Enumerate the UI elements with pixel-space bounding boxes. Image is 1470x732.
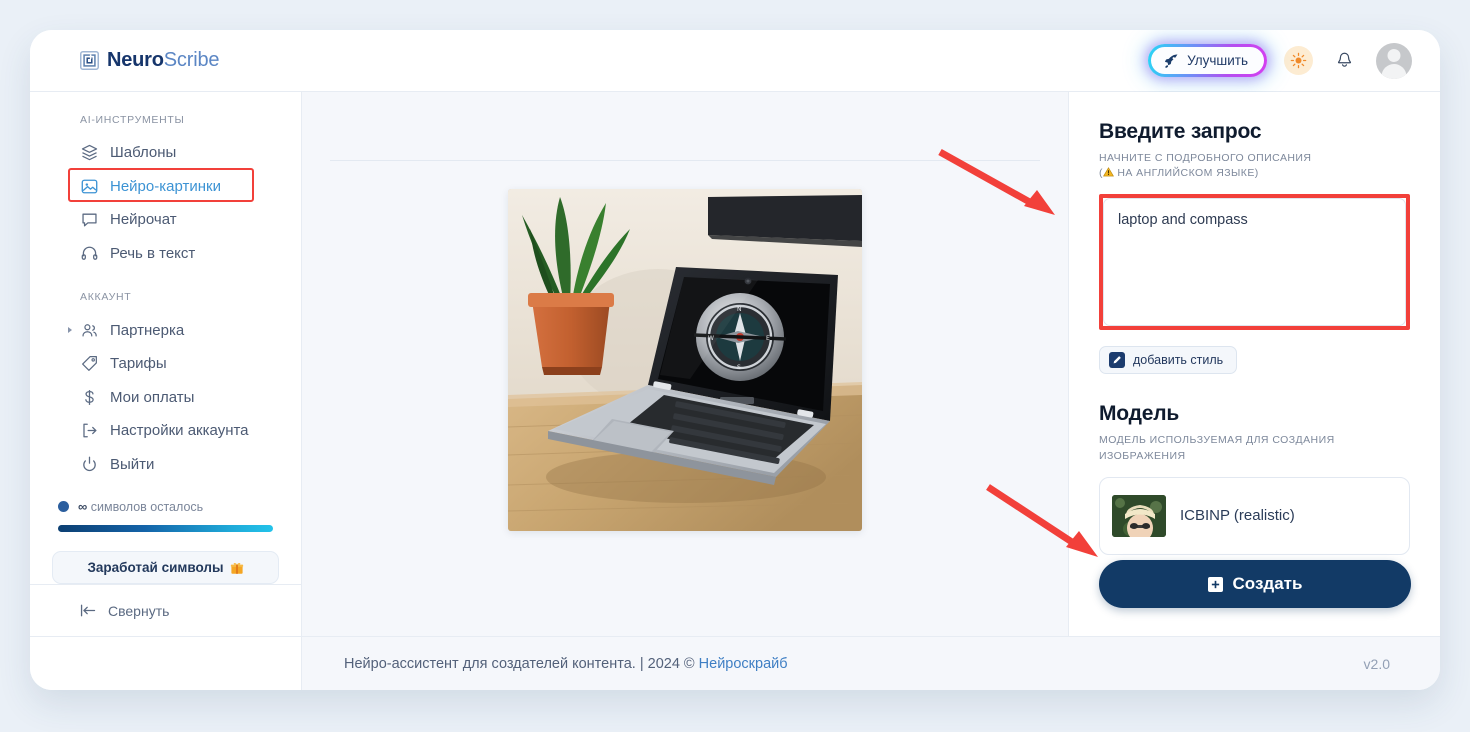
warning-triangle-icon <box>1102 167 1114 177</box>
collapse-sidebar-label: Свернуть <box>108 602 170 619</box>
rocket-icon <box>1165 54 1178 68</box>
model-section-title: Модель <box>1099 402 1180 426</box>
sidebar-item-neuro-chat[interactable]: Нейрочат <box>30 203 301 237</box>
headphones-icon <box>81 246 98 260</box>
result-area: NS WE <box>302 161 1068 636</box>
model-section-subtitle: МОДЕЛЬ ИСПОЛЬЗУЕМАЯ ДЛЯ СОЗДАНИЯ ИЗОБРАЖ… <box>1099 434 1335 462</box>
quota-label: символов осталось <box>90 500 204 515</box>
spiral-square-logo-icon <box>80 51 99 70</box>
sidebar-item-label: Тарифы <box>110 355 167 373</box>
brand-logo[interactable]: NeuroScribe <box>80 49 219 72</box>
quota-symbol: ∞ <box>78 499 88 515</box>
brand-text: NeuroScribe <box>107 49 219 72</box>
sidebar-item-label: Шаблоны <box>110 144 177 162</box>
quota-status-dot <box>58 501 69 513</box>
generated-image[interactable]: NS WE <box>508 189 862 531</box>
prompt-subtitle-line2: НА АНГЛИЙСКОМ ЯЗЫКЕ) <box>1113 167 1259 180</box>
create-button[interactable]: Создать <box>1099 560 1411 608</box>
brand-strong: Neuro <box>107 49 164 71</box>
quota-line: ∞ символов осталось <box>58 499 273 514</box>
sidebar-item-partners[interactable]: Партнерка <box>30 313 301 347</box>
sidebar-item-label: Нейрочат <box>110 211 177 229</box>
main-canvas: NS WE <box>302 92 1068 636</box>
upgrade-button-glow: Улучшить <box>1148 44 1267 77</box>
footer-separator: | <box>639 655 644 672</box>
sidebar-item-label: Выйти <box>110 456 155 474</box>
prompt-subtitle-line1: НАЧНИТЕ С ПОДРОБНОГО ОПИСАНИЯ <box>1099 152 1312 164</box>
model-thumbnail <box>1112 494 1166 537</box>
create-button-label: Создать <box>1232 574 1303 593</box>
prompt-panel-subtitle: НАЧНИТЕ С ПОДРОБНОГО ОПИСАНИЯ ( НА АНГЛИ… <box>1099 151 1410 181</box>
power-icon <box>83 456 96 472</box>
avatar[interactable] <box>1376 42 1412 79</box>
footer-sidebar-spacer <box>30 637 302 690</box>
bell-icon <box>1337 52 1352 67</box>
sidebar-item-neuro-images[interactable]: Нейро-картинки <box>30 167 301 204</box>
add-style-label: добавить стиль <box>1133 353 1224 368</box>
chevron-right-icon <box>68 327 72 334</box>
notifications-button[interactable] <box>1330 46 1359 75</box>
collapse-left-icon <box>80 604 96 617</box>
model-thumbnail-render <box>1112 494 1166 537</box>
sun-icon <box>1290 52 1307 69</box>
sidebar-item-pricing[interactable]: Тарифы <box>30 347 301 381</box>
collapse-sidebar-button[interactable]: Свернуть <box>30 584 301 636</box>
quota-text: ∞ символов осталось <box>78 499 203 514</box>
prompt-textarea[interactable] <box>1103 198 1406 327</box>
footer-tagline: Нейро-ассистент для создателей контента. <box>344 655 636 672</box>
image-icon <box>81 179 98 194</box>
sidebar: AI-ИНСТРУМЕНТЫ Шаблоны Нейро-картинки Не… <box>30 92 302 636</box>
sidebar-item-label: Партнерка <box>110 321 185 339</box>
earn-symbols-button[interactable]: Заработай символы <box>52 551 279 585</box>
sidebar-item-label: Настройки аккаунта <box>110 422 249 440</box>
prompt-highlight-box <box>1099 194 1410 331</box>
model-name: ICBINP (realistic) <box>1180 507 1295 525</box>
generated-image-render: NS WE <box>508 189 862 531</box>
dollar-icon <box>85 389 94 405</box>
plus-square-icon <box>1207 576 1223 592</box>
sidebar-item-label: Мои оплаты <box>110 388 195 406</box>
quota-progress-bar <box>58 525 273 533</box>
footer: Нейро-ассистент для создателей контента.… <box>30 636 1440 690</box>
top-bar-actions: Улучшить <box>1148 42 1412 79</box>
app-window: NeuroScribe Улучшить AI-ИНСТРУМЕНТЫ Шабл… <box>30 30 1440 690</box>
sidebar-item-logout[interactable]: Выйти <box>30 448 301 482</box>
footer-text: Нейро-ассистент для создателей контента.… <box>302 656 788 672</box>
app-body: AI-ИНСТРУМЕНТЫ Шаблоны Нейро-картинки Не… <box>30 92 1440 636</box>
prompt-panel: Введите запрос НАЧНИТЕ С ПОДРОБНОГО ОПИС… <box>1068 92 1440 636</box>
brand-soft: Scribe <box>163 49 220 71</box>
svg-text:E: E <box>766 335 770 342</box>
sidebar-item-my-payments[interactable]: Мои оплаты <box>30 381 301 415</box>
users-icon <box>82 323 97 337</box>
sidebar-item-account-settings[interactable]: Настройки аккаунта <box>30 414 301 448</box>
sidebar-item-templates[interactable]: Шаблоны <box>30 136 301 170</box>
footer-copyright: 2024 © <box>647 655 695 672</box>
gift-icon <box>230 562 243 574</box>
add-style-button[interactable]: добавить стиль <box>1099 346 1238 375</box>
footer-brand-link[interactable]: Нейроскрайб <box>699 656 788 672</box>
sidebar-section-tools-caption: AI-ИНСТРУМЕНТЫ <box>80 114 185 126</box>
pencil-square-icon <box>1109 352 1125 369</box>
sidebar-item-label: Нейро-картинки <box>110 177 221 195</box>
model-card[interactable]: ICBINP (realistic) <box>1099 476 1410 555</box>
sidebar-item-label: Речь в текст <box>110 245 196 263</box>
model-section: Модель МОДЕЛЬ ИСПОЛЬЗУЕМАЯ ДЛЯ СОЗДАНИЯ … <box>1099 402 1410 555</box>
chat-bubble-icon <box>82 213 97 227</box>
logout-bracket-icon <box>83 424 97 438</box>
theme-toggle-button[interactable] <box>1284 46 1313 75</box>
layers-icon <box>81 145 98 161</box>
sidebar-item-speech-to-text[interactable]: Речь в текст <box>30 237 301 271</box>
earn-symbols-label: Заработай символы <box>87 560 224 576</box>
top-bar: NeuroScribe Улучшить <box>30 30 1440 92</box>
sidebar-section-account-caption: АККАУНТ <box>80 291 132 304</box>
tag-icon <box>82 356 97 372</box>
svg-text:S: S <box>737 364 741 371</box>
quota-block: ∞ символов осталось <box>30 481 301 533</box>
upgrade-button-label: Улучшить <box>1187 53 1248 68</box>
footer-version: v2.0 <box>1363 655 1390 672</box>
upgrade-button[interactable]: Улучшить <box>1151 47 1264 74</box>
prompt-panel-title: Введите запрос <box>1099 120 1262 143</box>
